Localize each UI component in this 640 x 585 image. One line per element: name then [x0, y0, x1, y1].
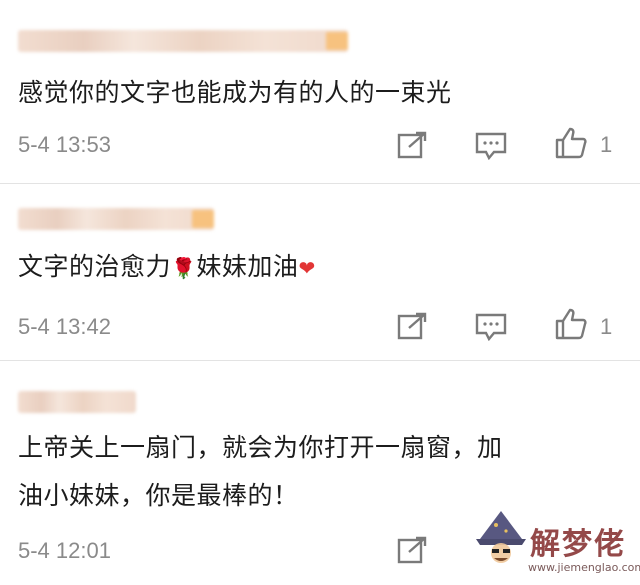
wizard-hat-logo-icon	[474, 509, 528, 565]
comment-bubble-icon[interactable]	[474, 311, 508, 341]
rose-icon: 🌹	[171, 256, 197, 280]
timestamp: 5-4 13:42	[18, 314, 111, 339]
share-edit-icon[interactable]	[396, 130, 430, 160]
like-count: 1	[600, 314, 613, 339]
share-edit-icon[interactable]	[396, 311, 430, 341]
comment-item-2: 文字的治愈力🌹妹妹加油❤ 5-4 13:42 1	[0, 183, 640, 360]
username-blurred	[18, 391, 136, 413]
username-blurred	[18, 208, 214, 230]
thumbs-up-icon[interactable]	[554, 307, 588, 341]
username-blurred	[18, 30, 348, 52]
like-count: 1	[600, 132, 613, 157]
site-watermark: 解梦佬 www.jiemenglao.com	[474, 509, 640, 579]
comment-text-line1: 上帝关上一扇门，就会为你打开一扇窗，加	[18, 433, 503, 462]
comment-text-line2: 油小妹妹，你是最棒的！	[18, 481, 299, 510]
comment-bubble-icon[interactable]	[474, 130, 508, 160]
share-edit-icon[interactable]	[396, 535, 430, 565]
comment-text-part2: 妹妹加油	[196, 252, 299, 281]
thumbs-up-icon[interactable]	[554, 126, 588, 160]
comment-text: 文字的治愈力🌹妹妹加油❤	[18, 244, 316, 291]
comment-text-part1: 文字的治愈力	[18, 252, 172, 281]
heart-icon: ❤	[298, 256, 316, 280]
watermark-url: www.jiemenglao.com	[528, 561, 640, 574]
watermark-title: 解梦佬	[530, 527, 626, 562]
comment-text: 感觉你的文字也能成为有的人的一束光	[18, 78, 452, 107]
timestamp: 5-4 12:01	[18, 538, 111, 563]
comment-item-1: 感觉你的文字也能成为有的人的一束光 5-4 13:53 1	[0, 0, 640, 183]
timestamp: 5-4 13:53	[18, 132, 111, 157]
